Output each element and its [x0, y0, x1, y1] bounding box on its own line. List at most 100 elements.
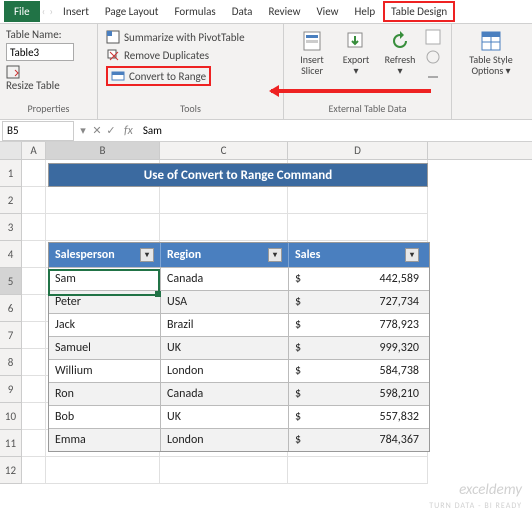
cell-salesperson[interactable]: Emma: [49, 428, 161, 451]
table-header-row: Salesperson▾ Region▾ Sales▾: [49, 243, 429, 267]
resize-icon: [6, 65, 91, 79]
table-row[interactable]: SamCanada$442,589: [49, 267, 429, 290]
table-row[interactable]: BobUK$557,832: [49, 405, 429, 428]
row-header[interactable]: 10: [0, 403, 22, 430]
filter-icon[interactable]: ▾: [405, 248, 419, 262]
cell-sales[interactable]: $784,367: [289, 428, 429, 451]
col-header-b[interactable]: B: [46, 142, 160, 159]
filter-icon[interactable]: ▾: [268, 248, 282, 262]
header-region[interactable]: Region▾: [161, 243, 289, 267]
name-box-dropdown[interactable]: ▾: [76, 124, 90, 137]
formula-bar: ▾ ✕ ✓ fx: [0, 120, 532, 142]
cell-region[interactable]: UK: [161, 405, 289, 428]
row-header[interactable]: 6: [0, 295, 22, 322]
cell-salesperson[interactable]: Bob: [49, 405, 161, 428]
enter-icon[interactable]: ✓: [104, 124, 118, 137]
cell-salesperson[interactable]: Sam: [49, 267, 161, 290]
cell-salesperson[interactable]: Peter: [49, 290, 161, 313]
cell-sales[interactable]: $778,923: [289, 313, 429, 336]
worksheet-grid[interactable]: 1 2 3 4 5 6 7 8 9 10 11 12 Use of Conver…: [0, 160, 532, 484]
refresh-label: Refresh▾: [385, 54, 416, 76]
ribbon-tabs: File ‹ › Insert Page Layout Formulas Dat…: [0, 0, 532, 24]
cell-region[interactable]: Canada: [161, 382, 289, 405]
select-all-corner[interactable]: [0, 142, 22, 159]
group-tools-label: Tools: [104, 102, 277, 117]
remove-duplicates-button[interactable]: Remove Duplicates: [104, 46, 277, 64]
table-row[interactable]: EmmaLondon$784,367: [49, 428, 429, 451]
row-header[interactable]: 8: [0, 349, 22, 376]
cancel-icon[interactable]: ✕: [90, 124, 104, 137]
row-header[interactable]: 3: [0, 214, 22, 241]
cell-region[interactable]: Canada: [161, 267, 289, 290]
table-style-options-button[interactable]: Table Style Options ▾: [458, 28, 524, 78]
cell-salesperson[interactable]: Willium: [49, 359, 161, 382]
tab-formulas[interactable]: Formulas: [166, 1, 223, 22]
tab-insert[interactable]: Insert: [55, 1, 97, 22]
row-header[interactable]: 1: [0, 160, 22, 187]
insert-slicer-button[interactable]: Insert Slicer: [290, 28, 334, 86]
cell-sales[interactable]: $557,832: [289, 405, 429, 428]
cell-salesperson[interactable]: Ron: [49, 382, 161, 405]
tab-review[interactable]: Review: [260, 1, 308, 22]
row-header[interactable]: 7: [0, 322, 22, 349]
name-box[interactable]: [2, 121, 74, 141]
summarize-label: Summarize with PivotTable: [124, 31, 245, 44]
header-salesperson[interactable]: Salesperson▾: [49, 243, 161, 267]
convert-to-range-button[interactable]: Convert to Range: [104, 64, 277, 88]
tab-scroll-right[interactable]: ›: [47, 5, 55, 18]
cell-sales[interactable]: $727,734: [289, 290, 429, 313]
open-browser-icon[interactable]: [424, 48, 442, 66]
cell-sales[interactable]: $584,738: [289, 359, 429, 382]
cell-salesperson[interactable]: Jack: [49, 313, 161, 336]
row-header[interactable]: 2: [0, 187, 22, 214]
table-name-label: Table Name:: [6, 28, 91, 41]
cell-region[interactable]: USA: [161, 290, 289, 313]
table-row[interactable]: RonCanada$598,210: [49, 382, 429, 405]
group-properties: Table Name: Resize Table Properties: [0, 24, 98, 119]
refresh-button[interactable]: Refresh▾: [378, 28, 422, 86]
cell-region[interactable]: Brazil: [161, 313, 289, 336]
export-button[interactable]: Export▾: [334, 28, 378, 86]
table-name-input[interactable]: [6, 43, 74, 61]
col-header-d[interactable]: D: [288, 142, 428, 159]
cell-sales[interactable]: $442,589: [289, 267, 429, 290]
formula-input[interactable]: [139, 121, 532, 141]
row-header[interactable]: 5: [0, 268, 22, 295]
tab-view[interactable]: View: [308, 1, 346, 22]
unlink-icon[interactable]: [424, 68, 442, 86]
group-properties-label: Properties: [6, 102, 91, 117]
cell-sales[interactable]: $598,210: [289, 382, 429, 405]
header-sales[interactable]: Sales▾: [289, 243, 429, 267]
convert-range-icon: [111, 69, 125, 83]
cell-region[interactable]: London: [161, 428, 289, 451]
tab-scroll-left[interactable]: ‹: [40, 5, 48, 18]
style-options-label: Table Style Options ▾: [460, 54, 522, 76]
tab-file[interactable]: File: [4, 1, 40, 22]
filter-icon[interactable]: ▾: [140, 248, 154, 262]
row-header[interactable]: 9: [0, 376, 22, 403]
tab-data[interactable]: Data: [224, 1, 261, 22]
col-header-a[interactable]: A: [22, 142, 46, 159]
watermark-sub: TURN DATA - BI READY: [429, 501, 522, 511]
table-row[interactable]: WilliumLondon$584,738: [49, 359, 429, 382]
table-row[interactable]: PeterUSA$727,734: [49, 290, 429, 313]
cell-sales[interactable]: $999,320: [289, 336, 429, 359]
cell-region[interactable]: UK: [161, 336, 289, 359]
resize-table-button[interactable]: Resize Table: [6, 65, 91, 92]
fx-button[interactable]: fx: [118, 124, 139, 138]
table-row[interactable]: JackBrazil$778,923: [49, 313, 429, 336]
cell-salesperson[interactable]: Samuel: [49, 336, 161, 359]
tab-page-layout[interactable]: Page Layout: [97, 1, 167, 22]
properties-icon[interactable]: [424, 28, 442, 46]
cell-region[interactable]: London: [161, 359, 289, 382]
title-banner: Use of Convert to Range Command: [48, 163, 428, 187]
row-header[interactable]: 12: [0, 457, 22, 484]
group-style-options: Table Style Options ▾: [452, 24, 530, 119]
row-header[interactable]: 11: [0, 430, 22, 457]
summarize-pivot-button[interactable]: Summarize with PivotTable: [104, 28, 277, 46]
table-row[interactable]: SamuelUK$999,320: [49, 336, 429, 359]
col-header-c[interactable]: C: [160, 142, 288, 159]
tab-help[interactable]: Help: [347, 1, 384, 22]
row-header[interactable]: 4: [0, 241, 22, 268]
tab-table-design[interactable]: Table Design: [383, 1, 455, 22]
